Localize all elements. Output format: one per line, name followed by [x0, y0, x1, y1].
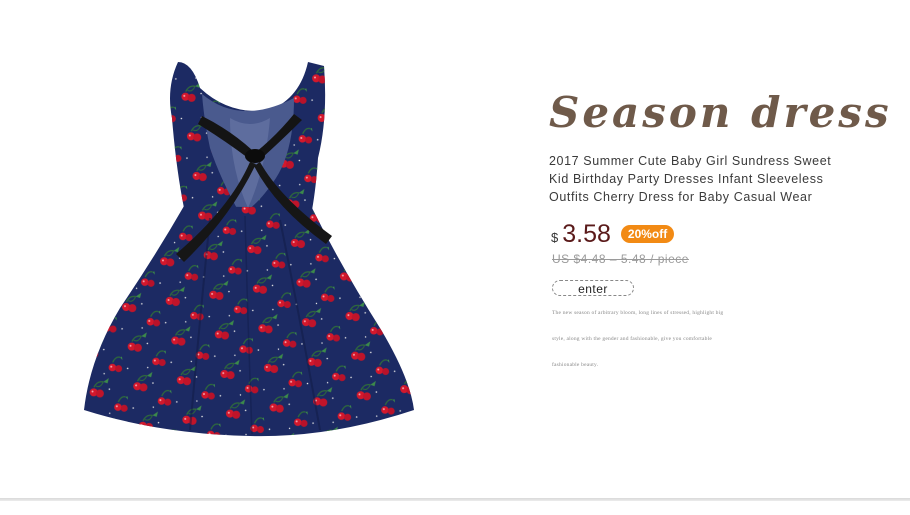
promo-note-line-2: style, along with the gender and fashion… — [552, 336, 712, 342]
product-headline: Season dress — [549, 88, 892, 137]
enter-button[interactable]: enter — [552, 280, 634, 296]
original-price: US $4.48 – 5.48 / piece — [552, 252, 689, 266]
discount-badge: 20%off — [620, 225, 675, 243]
product-image — [84, 62, 414, 437]
price-row: $3.58 20%off — [551, 220, 675, 250]
currency-symbol: $ — [551, 230, 559, 245]
product-description: 2017 Summer Cute Baby Girl Sundress Swee… — [549, 154, 832, 204]
promo-note-line-3: fashionable beauty. — [552, 362, 599, 368]
sale-price: 3.58 — [562, 220, 611, 248]
promo-note-line-1: The new season of arbitrary bloom, long … — [552, 310, 724, 316]
bottom-divider — [0, 498, 910, 501]
